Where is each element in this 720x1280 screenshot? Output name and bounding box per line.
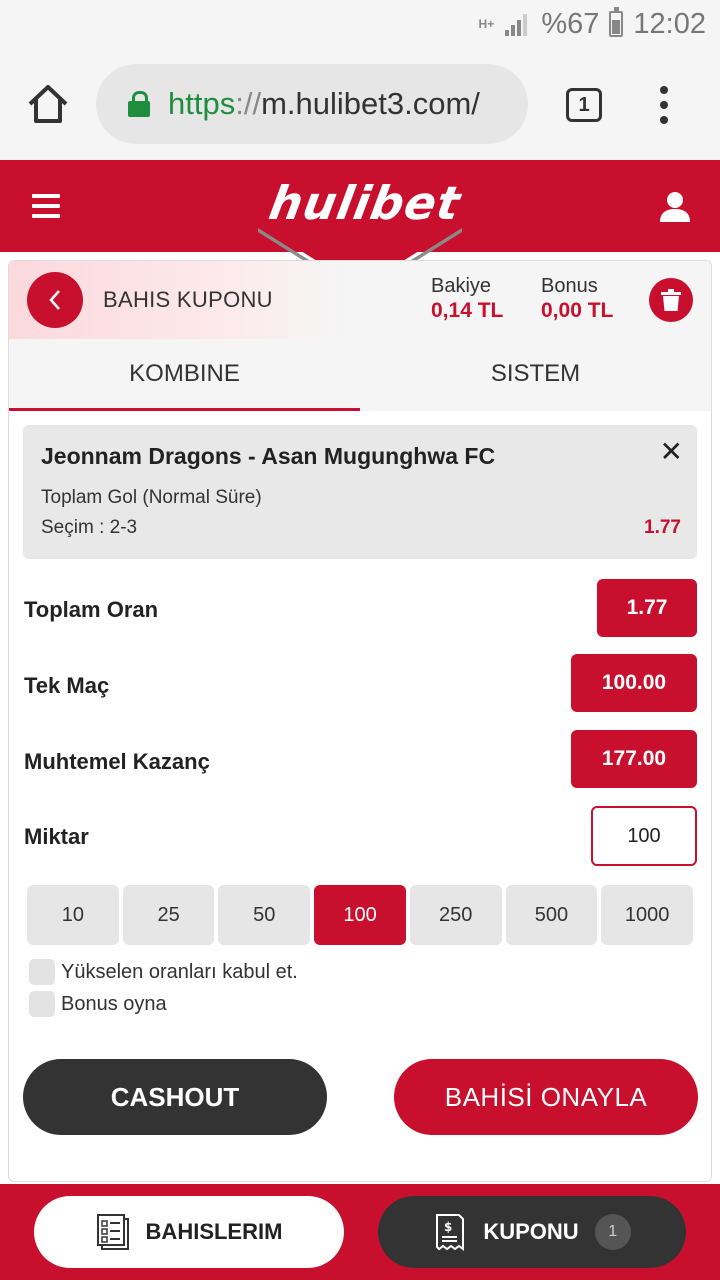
lock-icon	[128, 91, 150, 117]
selection-pick: Seçim : 2-3	[41, 517, 138, 538]
bet-type-tabs: KOMBINE SISTEM	[9, 339, 711, 411]
tab-kombine[interactable]: KOMBINE	[9, 339, 360, 411]
bets-list-icon	[96, 1214, 129, 1250]
play-bonus-option[interactable]: Bonus oyna	[29, 991, 167, 1017]
back-button[interactable]	[27, 272, 83, 328]
battery-icon	[609, 7, 624, 37]
bonus-value: 0,00 TL	[541, 299, 614, 322]
signal-icon	[505, 12, 531, 36]
bet-slip-header: BAHIS KUPONU Bakiye 0,14 TL Bonus 0,00 T…	[9, 261, 711, 339]
bet-selection-card: Jeonnam Dragons - Asan Mugunghwa FC ✕ To…	[23, 425, 697, 559]
quick-amount-button[interactable]: 25	[122, 885, 215, 945]
clock: 12:02	[633, 7, 706, 40]
coupon-count-badge: 1	[594, 1214, 631, 1250]
user-account-icon[interactable]	[658, 190, 692, 224]
home-icon[interactable]	[26, 82, 70, 126]
amount-label: Miktar	[24, 824, 89, 849]
quick-amount-button[interactable]: 1000	[601, 885, 694, 945]
balance-label: Bakiye	[431, 275, 492, 297]
quick-amount-buttons: 10 25 50 100 250 500 1000	[27, 885, 694, 945]
bet-slip-title: BAHIS KUPONU	[103, 287, 273, 312]
address-bar[interactable]: https://m.hulibet3.com/	[96, 64, 528, 144]
receipt-icon: $	[436, 1214, 465, 1251]
quick-amount-button-selected[interactable]: 100	[314, 885, 406, 945]
tab-sistem[interactable]: SISTEM	[360, 339, 711, 411]
play-bonus-label: Bonus oyna	[61, 992, 167, 1015]
selection-odd: 1.77	[644, 517, 681, 538]
accept-odds-option[interactable]: Yükselen oranları kabul et.	[29, 959, 298, 985]
remove-selection-close-icon[interactable]: ✕	[660, 435, 683, 468]
play-bonus-checkbox[interactable]	[29, 991, 55, 1017]
brand-logo[interactable]: hulibet	[265, 176, 465, 230]
svg-text:$: $	[444, 1220, 452, 1234]
browser-menu-icon[interactable]	[656, 86, 672, 124]
accept-odds-label: Yükselen oranları kabul et.	[61, 960, 298, 983]
quick-amount-button[interactable]: 500	[505, 885, 598, 945]
chevron-left-icon	[49, 290, 60, 310]
total-odds-value: 1.77	[597, 579, 697, 637]
my-bets-button[interactable]: BAHISLERIM	[34, 1196, 344, 1268]
url-text: https://m.hulibet3.com/	[168, 86, 480, 121]
potential-win-value: 177.00	[571, 730, 697, 788]
single-stake-label: Tek Maç	[24, 673, 110, 698]
browser-toolbar: https://m.hulibet3.com/ 1	[0, 48, 720, 160]
coupon-button[interactable]: $ KUPONU 1	[378, 1196, 686, 1268]
quick-amount-button[interactable]: 10	[27, 885, 119, 945]
market-name: Toplam Gol (Normal Süre)	[41, 487, 262, 508]
bonus-label: Bonus	[541, 275, 598, 297]
coupon-label: KUPONU	[483, 1219, 579, 1244]
accept-odds-checkbox[interactable]	[29, 959, 55, 985]
quick-amount-button[interactable]: 50	[218, 885, 311, 945]
single-stake-value: 100.00	[571, 654, 697, 712]
balance-value: 0,14 TL	[431, 299, 504, 322]
quick-amount-button[interactable]: 250	[409, 885, 502, 945]
potential-win-label: Muhtemel Kazanç	[24, 749, 210, 774]
bet-slip-panel: BAHIS KUPONU Bakiye 0,14 TL Bonus 0,00 T…	[8, 260, 712, 1182]
network-type-indicator: H+	[478, 16, 495, 31]
bottom-nav: BAHISLERIM $ KUPONU 1	[0, 1184, 720, 1280]
confirm-bet-button[interactable]: BAHİSİ ONAYLA	[394, 1059, 698, 1135]
hamburger-menu-icon[interactable]	[32, 194, 60, 218]
stake-amount-input[interactable]: 100	[591, 806, 697, 866]
my-bets-label: BAHISLERIM	[145, 1219, 283, 1244]
trash-icon	[661, 289, 681, 311]
match-name: Jeonnam Dragons - Asan Mugunghwa FC	[41, 443, 496, 469]
status-bar: H+ %67 12:02	[0, 0, 720, 48]
tab-switcher-button[interactable]: 1	[566, 88, 602, 122]
cashout-button[interactable]: CASHOUT	[23, 1059, 327, 1135]
clear-slip-button[interactable]	[649, 278, 693, 322]
battery-percent: %67	[541, 7, 600, 40]
total-odds-label: Toplam Oran	[24, 597, 159, 622]
